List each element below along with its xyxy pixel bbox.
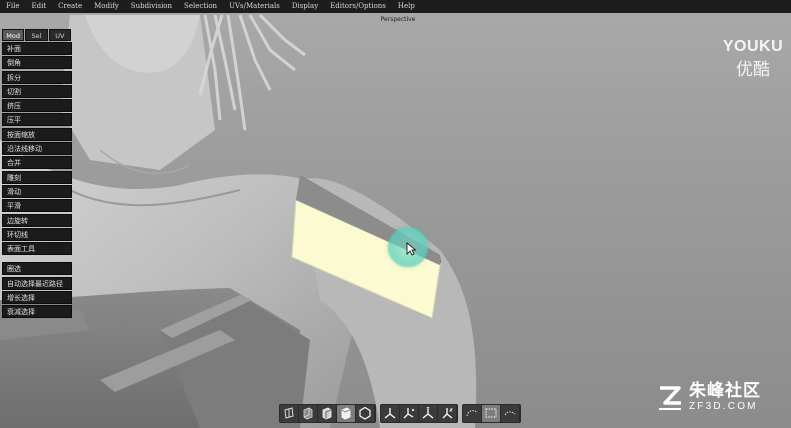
- menu-editors-options[interactable]: Editors/Options: [324, 0, 392, 13]
- tool-lasso-select-button[interactable]: 圈选: [2, 262, 72, 276]
- tool-shrink-select-button[interactable]: 衰减选择: [2, 305, 72, 319]
- tab-uv[interactable]: UV: [48, 29, 71, 41]
- paint-select-icon: [504, 411, 516, 416]
- view-mode-1-button[interactable]: [280, 404, 298, 422]
- tool-move-along-normal-button[interactable]: 沿法线移动: [2, 142, 72, 156]
- menu-modify[interactable]: Modify: [88, 0, 125, 13]
- mouse-cursor-icon: [406, 242, 416, 256]
- rect-select-icon: [485, 408, 497, 418]
- view-mode-1-icon: [284, 407, 294, 419]
- zf3d-logo-text: 朱峰社区: [689, 381, 761, 401]
- tool-smooth-button[interactable]: 平滑: [2, 199, 72, 213]
- tool-surface-tools-button[interactable]: 表面工具: [2, 242, 72, 256]
- youku-logo-text-cn: 优酷: [736, 60, 770, 80]
- menu-bar: File Edit Create Modify Subdivision Sele…: [0, 0, 791, 13]
- panel-tabs: Mod Sel UV: [2, 29, 72, 41]
- tool-auto-path-select-button[interactable]: 自动选择最近路径: [2, 276, 72, 290]
- axis-x-icon: [403, 408, 415, 419]
- menu-selection[interactable]: Selection: [178, 0, 223, 13]
- youku-watermark: YOUKU 优酷: [718, 38, 788, 80]
- tool-grow-select-button[interactable]: 增长选择: [2, 291, 72, 305]
- menu-help[interactable]: Help: [392, 0, 421, 13]
- axis-z-icon: [442, 408, 453, 419]
- axis-xyz-icon: [384, 408, 396, 419]
- view-mode-5-button[interactable]: [356, 404, 374, 422]
- view-mode-2-icon: [303, 407, 313, 420]
- 3d-viewport[interactable]: [0, 0, 791, 428]
- tool-sculpt-button[interactable]: 雕刻: [2, 170, 72, 184]
- paint-select-button[interactable]: [501, 404, 519, 422]
- lasso-select-icon: [466, 410, 478, 417]
- axis-xyz-button[interactable]: [381, 404, 399, 422]
- tool-fill-face-button[interactable]: 补面: [2, 42, 72, 55]
- tool-scale-by-face-button[interactable]: 按面缩放: [2, 127, 72, 141]
- rect-select-button[interactable]: [482, 404, 500, 422]
- view-mode-group: [279, 403, 376, 423]
- view-mode-4-icon: [341, 407, 351, 420]
- axis-group: [380, 403, 458, 423]
- model-render: [0, 13, 477, 428]
- zf3d-logo-icon: [659, 385, 681, 410]
- tool-split-button[interactable]: 拆分: [2, 70, 72, 84]
- tool-slide-button[interactable]: 滑动: [2, 184, 72, 198]
- viewport-label: Perspective: [380, 16, 416, 23]
- axis-y-icon: [422, 406, 434, 419]
- zf3d-url-text: ZF3D.COM: [689, 401, 758, 412]
- view-mode-5-icon: [359, 406, 371, 420]
- zf3d-watermark: 朱峰社区 ZF3D.COM: [655, 381, 761, 412]
- youku-logo-text: YOUKU: [722, 38, 784, 55]
- view-mode-3-button[interactable]: [318, 404, 336, 422]
- tool-bevel-button[interactable]: 倒角: [2, 56, 72, 70]
- menu-file[interactable]: File: [0, 0, 25, 13]
- tool-flatten-button[interactable]: 压平: [2, 113, 72, 127]
- tool-edge-rotate-button[interactable]: 边旋转: [2, 213, 72, 227]
- tab-mod[interactable]: Mod: [2, 29, 25, 41]
- view-mode-4-button[interactable]: [337, 404, 355, 422]
- lasso-select-button[interactable]: [463, 404, 481, 422]
- bottom-toolbar: [279, 403, 525, 423]
- menu-edit[interactable]: Edit: [25, 0, 52, 13]
- menu-display[interactable]: Display: [286, 0, 324, 13]
- menu-uvs-materials[interactable]: UVs/Materials: [223, 0, 286, 13]
- axis-x-button[interactable]: [400, 404, 418, 422]
- menu-create[interactable]: Create: [52, 0, 88, 13]
- view-mode-2-button[interactable]: [299, 404, 317, 422]
- tab-sel[interactable]: Sel: [25, 29, 48, 41]
- tool-extrude-button[interactable]: 挤压: [2, 99, 72, 113]
- tool-merge-button[interactable]: 合并: [2, 156, 72, 170]
- tool-loop-cut-button[interactable]: 环切线: [2, 227, 72, 241]
- select-mode-group: [462, 403, 521, 423]
- axis-z-button[interactable]: [438, 404, 456, 422]
- view-mode-3-icon: [322, 407, 332, 420]
- axis-y-button[interactable]: [419, 404, 437, 422]
- menu-subdivision[interactable]: Subdivision: [125, 0, 178, 13]
- tool-cut-button[interactable]: 切割: [2, 84, 72, 98]
- tool-panel: Mod Sel UV 补面 倒角 拆分 切割 挤压 压平 按面缩放 沿法线移动 …: [2, 29, 72, 320]
